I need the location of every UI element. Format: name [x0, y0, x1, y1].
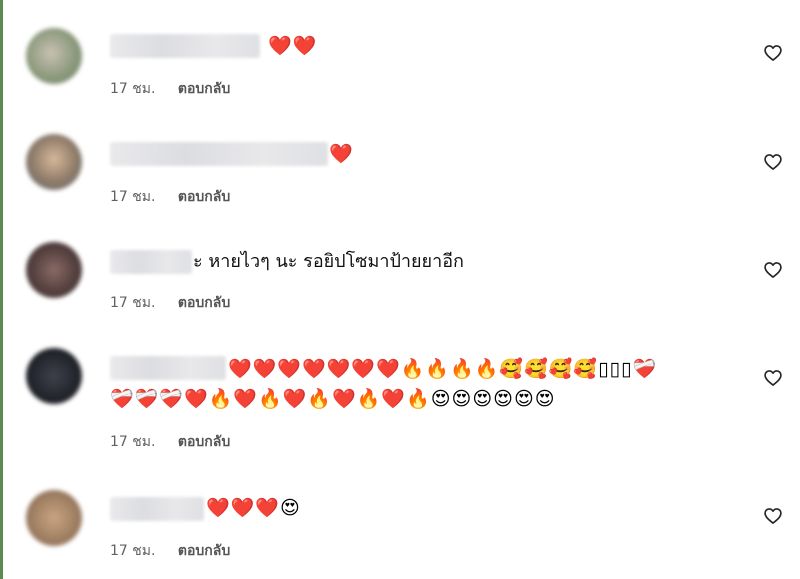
reply-button[interactable]: ตอบกลับ — [178, 189, 230, 205]
missing-glyph-box: ▯ — [609, 358, 622, 380]
heart-eyes-emoji: 😍 — [513, 388, 535, 410]
timestamp: 17 ชม. — [110, 434, 156, 450]
comment-meta: 17 ชม. ตอบกลับ — [110, 292, 230, 314]
comment-emoji-row: ❤️ — [329, 139, 354, 169]
comment-emoji-row-2: ❤️‍🩹❤️‍🩹❤️‍🩹❤️🔥❤️🔥❤️🔥❤️🔥❤️🔥😍😍😍😍😍😍 — [110, 384, 556, 414]
timestamp: 17 ชม. — [110, 189, 156, 205]
red-heart-emoji: ❤️ — [233, 388, 259, 410]
red-heart-emoji: ❤️ — [230, 497, 256, 519]
heart-eyes-emoji: 😍 — [451, 388, 473, 410]
comment-item: ❤️❤️❤️😍 17 ชม. ตอบกลับ — [0, 470, 800, 579]
fire-emoji: 🔥 — [406, 388, 431, 410]
reply-button[interactable]: ตอบกลับ — [178, 434, 230, 450]
comment-meta: 17 ชม. ตอบกลับ — [110, 78, 230, 100]
red-heart-emoji: ❤️ — [376, 358, 401, 380]
avatar[interactable] — [26, 28, 82, 84]
comment-text: ะ หายไวๆ นะ รอยิปโซมาป้ายยาอีก — [193, 251, 464, 272]
username-blurred[interactable] — [110, 356, 226, 380]
avatar[interactable] — [26, 490, 82, 546]
avatar[interactable] — [26, 242, 82, 298]
comment-item: ❤️❤️❤️❤️❤️❤️❤️🔥🔥🔥🔥🥰🥰🥰🥰▯▯▯❤️‍🩹 ❤️‍🩹❤️‍🩹❤️… — [0, 330, 800, 470]
heart-eyes-emoji: 😍 — [493, 388, 514, 410]
red-heart-emoji: ❤️ — [184, 388, 209, 410]
comment-item: ะ หายไวๆ นะ รอยิปโซมาป้ายยาอีก 17 ชม. ตอ… — [0, 220, 800, 330]
smiling-hearts-emoji: 🥰 — [573, 358, 599, 380]
fire-emoji: 🔥 — [450, 358, 475, 380]
red-heart-emoji: ❤️ — [326, 358, 352, 380]
avatar[interactable] — [26, 134, 82, 190]
mending-heart-emoji: ❤️‍🩹 — [632, 358, 658, 380]
heart-eyes-emoji: 😍 — [430, 388, 452, 410]
heart-outline-icon[interactable] — [763, 152, 783, 172]
comment-meta: 17 ชม. ตอบกลับ — [110, 540, 230, 562]
fire-emoji: 🔥 — [474, 358, 500, 380]
red-heart-emoji: ❤️ — [351, 358, 377, 380]
red-heart-emoji: ❤️ — [282, 388, 308, 410]
username-blurred[interactable] — [110, 34, 260, 58]
red-heart-emoji: ❤️ — [302, 358, 327, 380]
comment-item: ❤️❤️ 17 ชม. ตอบกลับ — [0, 0, 800, 110]
username-blurred[interactable] — [110, 250, 192, 274]
username-blurred[interactable] — [110, 497, 204, 521]
username-blurred[interactable] — [110, 142, 328, 166]
comment-item: ❤️ 17 ชม. ตอบกลับ — [0, 110, 800, 220]
red-heart-emoji: ❤️ — [292, 35, 318, 57]
red-heart-emoji: ❤️ — [228, 358, 253, 380]
fire-emoji: 🔥 — [356, 388, 382, 410]
comment-emoji-row: ❤️❤️❤️❤️❤️❤️❤️🔥🔥🔥🔥🥰🥰🥰🥰▯▯▯❤️‍🩹 — [228, 354, 657, 384]
smiling-hearts-emoji: 🥰 — [548, 358, 574, 380]
mending-heart-emoji: ❤️‍🩹 — [134, 388, 160, 410]
mending-heart-emoji: ❤️‍🩹 — [159, 388, 185, 410]
heart-outline-icon[interactable] — [763, 43, 783, 63]
heart-eyes-emoji: 😍 — [472, 388, 494, 410]
fire-emoji: 🔥 — [258, 388, 283, 410]
timestamp: 17 ชม. — [110, 295, 156, 311]
fire-emoji: 🔥 — [307, 388, 333, 410]
red-heart-emoji: ❤️ — [329, 143, 354, 165]
red-heart-emoji: ❤️ — [268, 35, 293, 57]
heart-outline-icon[interactable] — [763, 368, 783, 388]
comment-emoji-row: ❤️❤️ — [268, 31, 317, 61]
fire-emoji: 🔥 — [208, 388, 234, 410]
red-heart-emoji: ❤️ — [206, 497, 231, 519]
missing-glyph-box: ▯ — [621, 358, 633, 380]
comment-meta: 17 ชม. ตอบกลับ — [110, 186, 230, 208]
heart-outline-icon[interactable] — [763, 260, 783, 280]
red-heart-emoji: ❤️ — [381, 388, 407, 410]
timestamp: 17 ชม. — [110, 543, 156, 559]
reply-button[interactable]: ตอบกลับ — [178, 295, 230, 311]
reply-button[interactable]: ตอบกลับ — [178, 81, 230, 97]
heart-outline-icon[interactable] — [763, 506, 783, 526]
red-heart-emoji: ❤️ — [255, 497, 281, 519]
red-heart-emoji: ❤️ — [277, 358, 303, 380]
heart-eyes-emoji: 😍 — [534, 388, 556, 410]
heart-eyes-emoji: 😍 — [280, 497, 301, 519]
mending-heart-emoji: ❤️‍🩹 — [110, 388, 135, 410]
smiling-hearts-emoji: 🥰 — [499, 358, 525, 380]
avatar[interactable] — [26, 348, 82, 404]
reply-button[interactable]: ตอบกลับ — [178, 543, 230, 559]
comment-emoji-row: ❤️❤️❤️😍 — [206, 493, 301, 523]
smiling-hearts-emoji: 🥰 — [524, 358, 549, 380]
comment-meta: 17 ชม. ตอบกลับ — [110, 431, 230, 453]
red-heart-emoji: ❤️ — [332, 388, 357, 410]
missing-glyph-box: ▯ — [598, 358, 610, 380]
fire-emoji: 🔥 — [425, 358, 451, 380]
fire-emoji: 🔥 — [400, 358, 426, 380]
timestamp: 17 ชม. — [110, 81, 156, 97]
red-heart-emoji: ❤️ — [252, 358, 278, 380]
